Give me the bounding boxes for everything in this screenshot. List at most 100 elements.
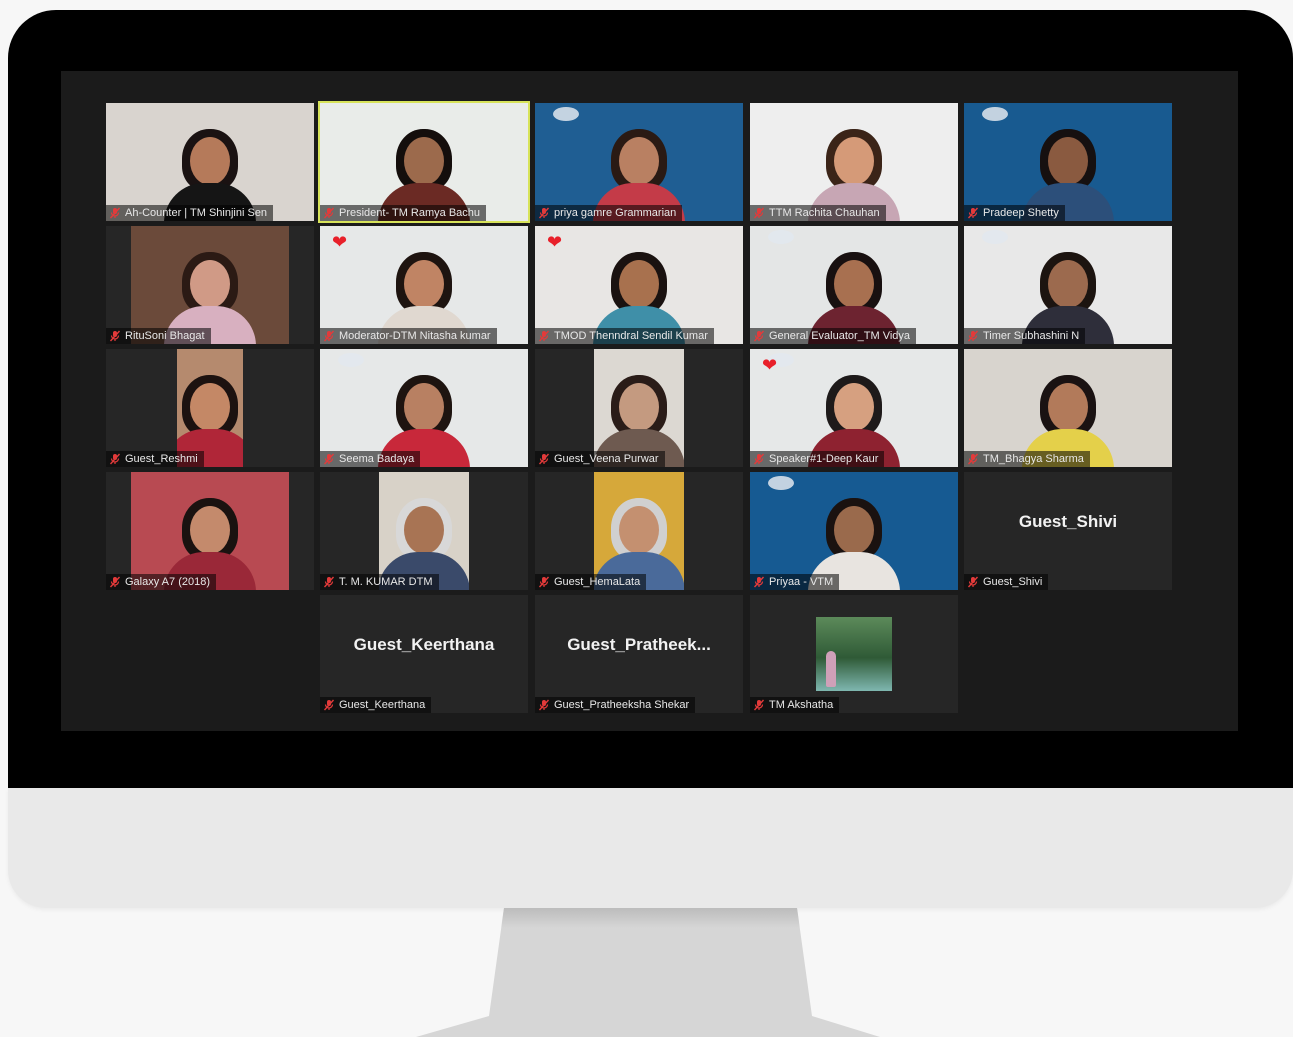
participant-tile[interactable]: RituSoni Bhagat	[106, 226, 314, 344]
mic-muted-icon	[538, 576, 550, 588]
video-feed	[320, 103, 528, 221]
participant-tile[interactable]: TM_Bhagya Sharma	[964, 349, 1172, 467]
participant-tile[interactable]: TM Akshatha	[750, 595, 958, 713]
participant-tile[interactable]: Guest_Keerthana Guest_Keerthana	[320, 595, 528, 713]
participant-name-label: Guest_HemaLata	[535, 574, 647, 590]
monitor-stand-shadow	[501, 908, 800, 928]
participant-tile[interactable]: ❤ Moderator-DTM Nitasha kumar	[320, 226, 528, 344]
video-feed	[320, 349, 528, 467]
participant-name: Seema Badaya	[339, 453, 415, 465]
video-feed	[964, 349, 1172, 467]
participant-tile[interactable]: TTM Rachita Chauhan	[750, 103, 958, 221]
mic-muted-icon	[538, 453, 550, 465]
video-feed	[131, 472, 289, 590]
participant-name: RituSoni Bhagat	[125, 330, 205, 342]
participant-tile[interactable]: General Evaluator_TM Vidya	[750, 226, 958, 344]
video-feed	[750, 226, 958, 344]
participant-name-label: Guest_Shivi	[964, 574, 1049, 590]
participant-name: Galaxy A7 (2018)	[125, 576, 210, 588]
participant-name: General Evaluator_TM Vidya	[769, 330, 911, 342]
participant-name-label: Galaxy A7 (2018)	[106, 574, 216, 590]
heart-icon: ❤	[547, 232, 563, 252]
participant-name: Guest_Veena Purwar	[554, 453, 659, 465]
participant-tile[interactable]: Galaxy A7 (2018)	[106, 472, 314, 590]
participant-tile[interactable]: T. M. KUMAR DTM	[320, 472, 528, 590]
toastmasters-logo-icon	[768, 230, 794, 244]
participant-name: Moderator-DTM Nitasha kumar	[339, 330, 491, 342]
participant-tile[interactable]: Timer Subhashini N	[964, 226, 1172, 344]
mic-muted-icon	[753, 207, 765, 219]
video-feed	[535, 103, 743, 221]
participant-name: TM_Bhagya Sharma	[983, 453, 1084, 465]
video-feed	[106, 103, 314, 221]
participant-tile[interactable]: Guest_Veena Purwar	[535, 349, 743, 467]
participant-name-label: Timer Subhashini N	[964, 328, 1086, 344]
participant-tile[interactable]: Priyaa - VTM	[750, 472, 958, 590]
participant-name-label: Guest_Pratheeksha Shekar	[535, 697, 696, 713]
participant-tile[interactable]: ❤ TMOD Thenndral Sendil Kumar	[535, 226, 743, 344]
participant-name-display: Guest_Keerthana	[353, 635, 495, 654]
participant-name-display: Guest_Shivi	[1018, 512, 1118, 531]
participant-tile[interactable]: Seema Badaya	[320, 349, 528, 467]
participant-name: Timer Subhashini N	[983, 330, 1080, 342]
participant-tile[interactable]: Guest_Shivi Guest_Shivi	[964, 472, 1172, 590]
toastmasters-logo-icon	[982, 230, 1008, 244]
participant-name: TTM Rachita Chauhan	[769, 207, 880, 219]
participant-name: Guest_Reshmi	[125, 453, 198, 465]
video-feed	[594, 472, 684, 590]
video-feed	[594, 349, 684, 467]
participant-tile[interactable]: President- TM Ramya Bachu	[318, 101, 530, 223]
participant-name-label: Speaker#1-Deep Kaur	[750, 451, 885, 467]
mic-muted-icon	[967, 330, 979, 342]
mic-muted-icon	[323, 207, 335, 219]
participant-name-label: Guest_Keerthana	[320, 697, 432, 713]
mic-muted-icon	[753, 576, 765, 588]
participant-name: President- TM Ramya Bachu	[339, 207, 481, 219]
video-gallery: Ah-Counter | TM Shinjini Sen President- T…	[61, 71, 1238, 731]
video-feed	[750, 349, 958, 467]
participant-tile[interactable]: Guest_Pratheek... Guest_Pratheeksha Sheka…	[535, 595, 743, 713]
participant-tile[interactable]: Ah-Counter | TM Shinjini Sen	[106, 103, 314, 221]
participant-name: Pradeep Shetty	[983, 207, 1059, 219]
mic-muted-icon	[967, 453, 979, 465]
mic-muted-icon	[538, 207, 550, 219]
video-feed	[750, 103, 958, 221]
participant-tile[interactable]: Guest_HemaLata	[535, 472, 743, 590]
participant-name-label: TM_Bhagya Sharma	[964, 451, 1090, 467]
participant-name-label: T. M. KUMAR DTM	[320, 574, 439, 590]
profile-picture	[816, 617, 892, 691]
participant-name: T. M. KUMAR DTM	[339, 576, 433, 588]
toastmasters-logo-icon	[768, 476, 794, 490]
participant-name: Priyaa - VTM	[769, 576, 834, 588]
mic-muted-icon	[538, 330, 550, 342]
mic-muted-icon	[109, 453, 121, 465]
video-feed	[535, 226, 743, 344]
mic-muted-icon	[538, 699, 550, 711]
participant-name-label: TTM Rachita Chauhan	[750, 205, 886, 221]
toastmasters-logo-icon	[982, 107, 1008, 121]
video-feed	[964, 103, 1172, 221]
participant-name-label: Guest_Reshmi	[106, 451, 204, 467]
mic-muted-icon	[967, 207, 979, 219]
mic-muted-icon	[323, 576, 335, 588]
participant-name-label: TM Akshatha	[750, 697, 840, 713]
mic-muted-icon	[753, 699, 765, 711]
heart-icon: ❤	[332, 232, 348, 252]
participant-name-label: Moderator-DTM Nitasha kumar	[320, 328, 497, 344]
participant-name-label: Seema Badaya	[320, 451, 421, 467]
participant-tile[interactable]: priya gamre Grammarian	[535, 103, 743, 221]
participant-tile[interactable]: ❤ Speaker#1-Deep Kaur	[750, 349, 958, 467]
participant-name: Guest_Pratheeksha Shekar	[554, 699, 690, 711]
participant-name-label: Ah-Counter | TM Shinjini Sen	[106, 205, 274, 221]
participant-name: Guest_HemaLata	[554, 576, 641, 588]
mic-muted-icon	[109, 330, 121, 342]
participant-name: TMOD Thenndral Sendil Kumar	[554, 330, 708, 342]
participant-name-label: President- TM Ramya Bachu	[320, 205, 487, 221]
video-feed	[964, 226, 1172, 344]
mic-muted-icon	[323, 699, 335, 711]
video-feed	[320, 226, 528, 344]
participant-tile[interactable]: Guest_Reshmi	[106, 349, 314, 467]
participant-name: Ah-Counter | TM Shinjini Sen	[125, 207, 268, 219]
participant-tile[interactable]: Pradeep Shetty	[964, 103, 1172, 221]
participant-name-label: Guest_Veena Purwar	[535, 451, 665, 467]
